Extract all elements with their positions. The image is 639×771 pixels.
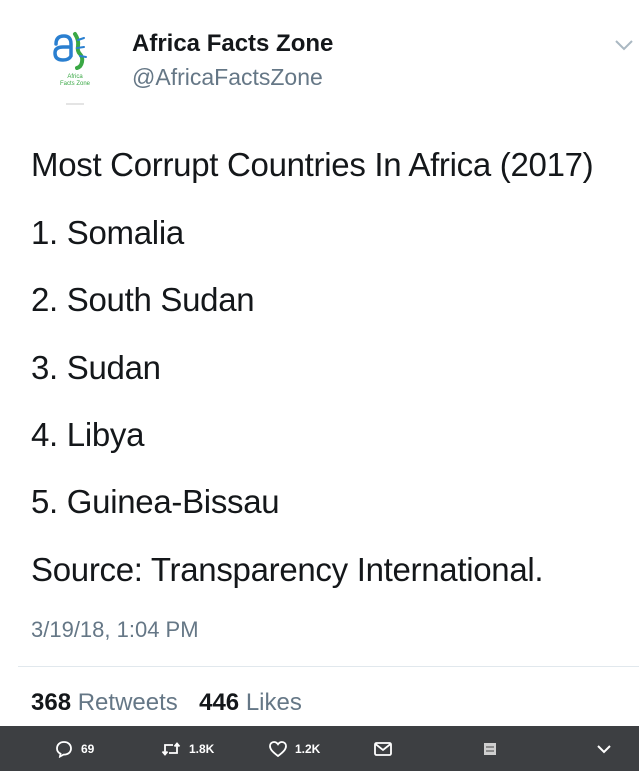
tweet-text-line: 5. Guinea-Bissau <box>31 483 280 520</box>
retweet-icon <box>161 741 181 756</box>
share-button[interactable] <box>483 726 497 771</box>
tweet-timestamp[interactable]: 3/19/18, 1:04 PM <box>31 617 199 643</box>
reply-icon <box>56 740 72 758</box>
svg-text:Facts Zone: Facts Zone <box>60 81 91 87</box>
expand-button[interactable] <box>596 726 612 771</box>
africa-facts-zone-logo-icon: Africa Facts Zone <box>53 32 91 105</box>
message-button[interactable] <box>374 726 392 771</box>
retweet-button[interactable]: 1.8K <box>161 726 214 771</box>
logo-text: Africa <box>67 74 83 80</box>
heart-icon <box>269 740 287 757</box>
avatar[interactable]: Africa Facts Zone <box>42 26 112 108</box>
tweet-text-line: 3. Sudan <box>31 349 161 386</box>
like-count: 1.2K <box>295 741 321 756</box>
retweet-count: 1.8K <box>189 741 215 756</box>
tweet-text-title: Most Corrupt Countries In Africa (2017) <box>31 146 594 183</box>
likes-count[interactable]: 446 <box>199 689 239 716</box>
tweet-text-line: 4. Libya <box>31 416 145 453</box>
tweet-text-line: 2. South Sudan <box>31 281 255 318</box>
share-icon <box>484 742 496 755</box>
reply-button[interactable]: 69 <box>55 726 94 771</box>
tweet-text-source: Source: Transparency International. <box>31 551 544 588</box>
display-name[interactable]: Africa Facts Zone <box>132 30 333 58</box>
chevron-down-icon[interactable] <box>614 38 634 52</box>
likes-label[interactable]: Likes <box>246 689 302 716</box>
retweets-label[interactable]: Retweets <box>78 689 178 716</box>
reply-count: 69 <box>81 741 95 756</box>
tweet-header: Africa Facts Zone Africa Facts Zone @Afr… <box>0 0 639 125</box>
divider <box>18 666 639 667</box>
tweet-text-line: 1. Somalia <box>31 214 184 251</box>
chevron-down-icon <box>597 744 611 753</box>
user-handle[interactable]: @AfricaFactsZone <box>132 64 323 91</box>
envelope-icon <box>374 741 392 756</box>
like-button[interactable]: 1.2K <box>269 726 320 771</box>
tweet-stats: 368 Retweets 446 Likes <box>31 689 302 717</box>
action-bar: 69 1.8K 1.2K <box>0 726 639 771</box>
retweets-count[interactable]: 368 <box>31 689 71 716</box>
